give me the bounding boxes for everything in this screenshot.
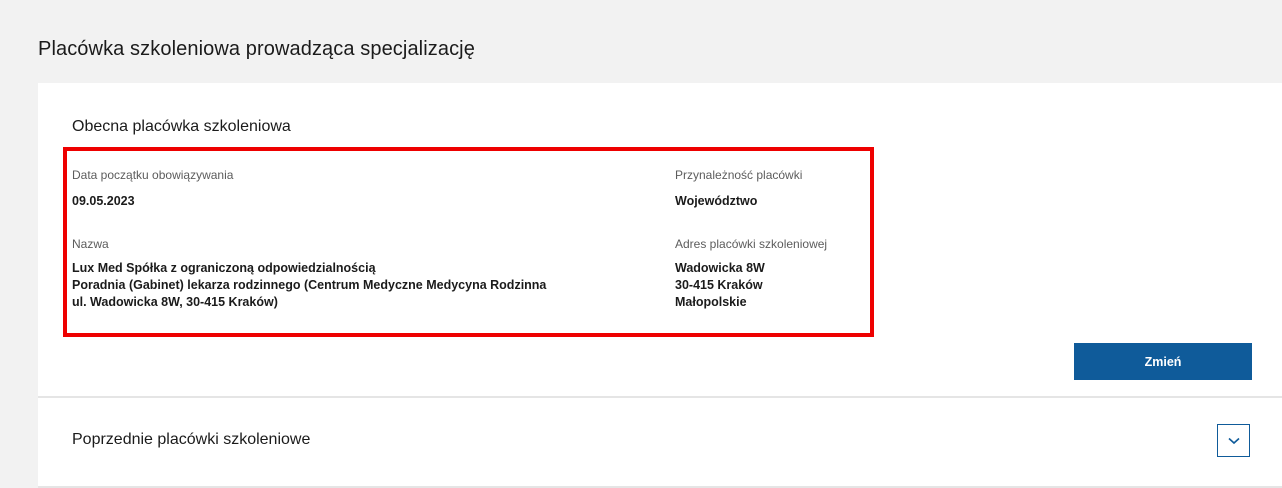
name-field: Nazwa Lux Med Spółka z ograniczoną odpow… bbox=[72, 235, 546, 311]
start-date-value: 09.05.2023 bbox=[72, 194, 135, 208]
change-button[interactable]: Zmień bbox=[1074, 343, 1252, 380]
name-line: ul. Wadowicka 8W, 30-415 Kraków) bbox=[72, 295, 278, 309]
address-line: Małopolskie bbox=[675, 295, 747, 309]
affiliation-value: Województwo bbox=[675, 194, 758, 208]
chevron-down-icon bbox=[1227, 437, 1240, 445]
address-field: Adres placówki szkoleniowej Wadowicka 8W… bbox=[675, 235, 827, 311]
address-line: Wadowicka 8W bbox=[675, 261, 765, 275]
address-label: Adres placówki szkoleniowej bbox=[675, 237, 828, 251]
affiliation-label: Przynależność placówki bbox=[675, 168, 803, 182]
current-facility-title: Obecna placówka szkoleniowa bbox=[72, 118, 291, 135]
affiliation-field: Przynależność placówki Województwo bbox=[675, 166, 802, 210]
name-value: Lux Med Spółka z ograniczoną odpowiedzia… bbox=[72, 260, 546, 311]
page-title: Placówka szkoleniowa prowadząca specjali… bbox=[38, 38, 475, 60]
section-divider bbox=[38, 396, 1282, 398]
name-line: Poradnia (Gabinet) lekarza rodzinnego (C… bbox=[72, 278, 547, 292]
name-label: Nazwa bbox=[72, 237, 109, 251]
start-date-label: Data początku obowiązywania bbox=[72, 168, 234, 182]
address-value: Wadowicka 8W 30-415 Kraków Małopolskie bbox=[675, 260, 827, 311]
address-line: 30-415 Kraków bbox=[675, 278, 763, 292]
start-date-field: Data początku obowiązywania 09.05.2023 bbox=[72, 166, 233, 210]
expand-previous-button[interactable] bbox=[1217, 424, 1250, 457]
previous-facilities-title: Poprzednie placówki szkoleniowe bbox=[72, 431, 311, 448]
training-facility-card: Obecna placówka szkoleniowa Data początk… bbox=[38, 83, 1282, 488]
name-line: Lux Med Spółka z ograniczoną odpowiedzia… bbox=[72, 261, 376, 275]
